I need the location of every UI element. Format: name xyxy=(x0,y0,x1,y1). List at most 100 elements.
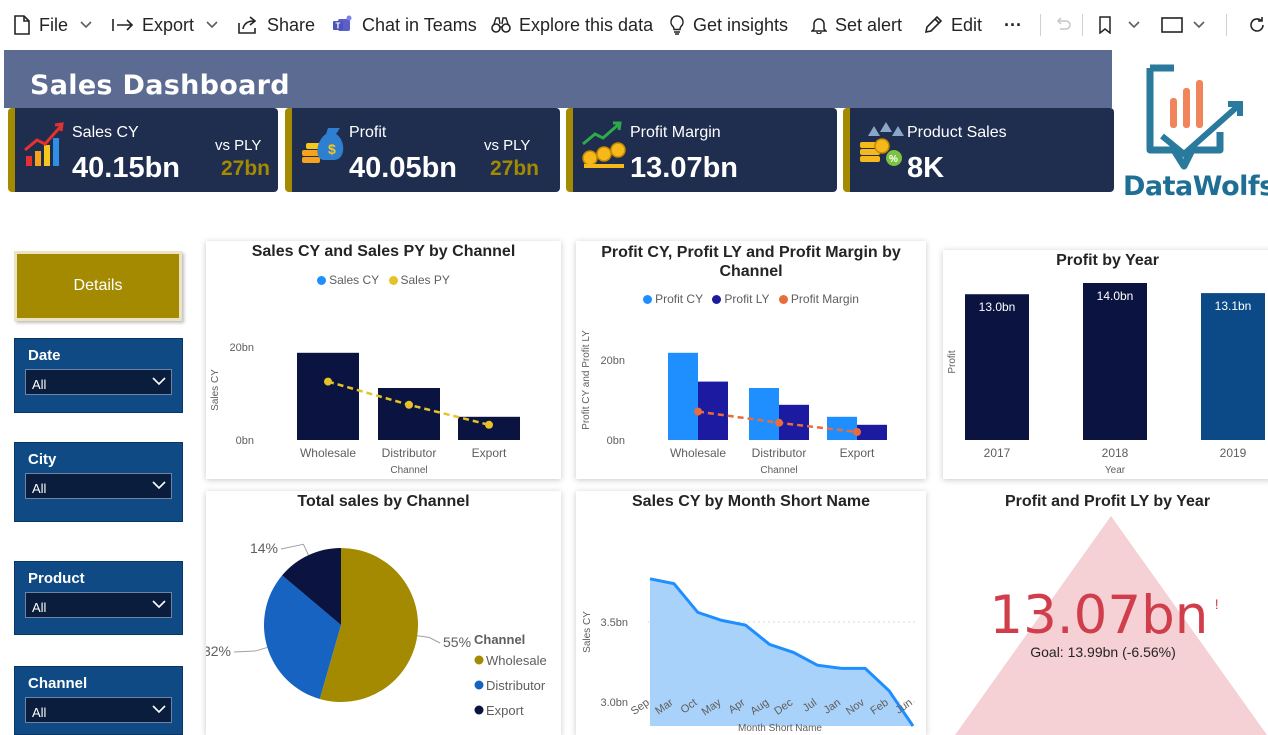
lightbulb-icon xyxy=(670,15,684,35)
slice-label: 55% xyxy=(443,634,471,650)
bar-profit xyxy=(1083,283,1147,440)
get-insights-label: Get insights xyxy=(693,14,789,35)
toolbar-divider xyxy=(1082,14,1083,36)
share-icon xyxy=(238,16,257,34)
x-axis-title: Year xyxy=(1105,465,1126,476)
legend-title: Channel xyxy=(474,632,525,647)
explore-data-button[interactable]: Explore this data xyxy=(491,0,653,50)
kpi-card-sales-cy: Sales CY 40.15bn vs PLY 27bn xyxy=(8,108,278,192)
y-tick-label: 20bn xyxy=(601,355,625,367)
file-icon xyxy=(14,15,30,35)
profit-kpi-visual[interactable]: Profit and Profit LY by Year 13.07bn ! G… xyxy=(943,491,1268,735)
product-dropdown[interactable]: All xyxy=(25,592,172,618)
leader-line xyxy=(233,646,268,653)
city-dropdown[interactable]: All xyxy=(25,473,172,499)
slicer-title: City xyxy=(28,451,57,468)
dropdown-value: All xyxy=(32,377,47,392)
bar-sales-cy xyxy=(378,388,440,440)
export-menu[interactable]: Export xyxy=(112,0,218,50)
y-axis-title: Profit xyxy=(947,350,958,374)
date-dropdown[interactable]: All xyxy=(25,369,172,395)
slice-label: 32% xyxy=(206,643,231,659)
legend-marker xyxy=(474,705,484,715)
report-toolbar: File Export Share T Chat in Teams Explor… xyxy=(0,0,1268,50)
get-insights-button[interactable]: Get insights xyxy=(669,0,788,50)
set-alert-button[interactable]: Set alert xyxy=(811,0,902,50)
dashboard-title: Sales Dashboard xyxy=(30,70,290,101)
kpi-prior-year-value: 27bn xyxy=(490,157,540,180)
file-menu[interactable]: File xyxy=(13,0,92,50)
bookmark-icon xyxy=(1099,16,1111,34)
y-tick-label: 3.0bn xyxy=(600,697,628,709)
undo-button[interactable] xyxy=(1054,0,1072,50)
point-sales-py xyxy=(485,420,493,429)
kpi-value: 40.05bn xyxy=(349,152,457,184)
channel-dropdown[interactable]: All xyxy=(25,697,172,723)
chevron-down-icon xyxy=(206,21,218,29)
point-sales-py xyxy=(405,400,413,409)
x-tick-label: Distributor xyxy=(752,446,807,460)
x-tick-label: Distributor xyxy=(382,446,437,460)
product-slicer: Product All xyxy=(14,561,183,635)
bookmark-menu[interactable] xyxy=(1098,0,1140,50)
kpi-card-profit: $ Profit 40.05bn vs PLY 27bn xyxy=(285,108,560,192)
x-tick-label: Wholesale xyxy=(670,446,726,460)
undo-icon xyxy=(1056,17,1071,30)
slice-label: 14% xyxy=(250,540,278,556)
bell-icon xyxy=(811,18,827,34)
city-slicer: City All xyxy=(14,442,183,522)
bar-profit xyxy=(1201,293,1265,440)
x-tick-label: Export xyxy=(472,446,507,460)
y-axis-title: Sales CY xyxy=(582,611,593,653)
sales-by-channel-chart[interactable]: Sales CY and Sales PY by Channel Sales C… xyxy=(206,241,561,479)
dropdown-value: All xyxy=(32,600,47,615)
chevron-down-icon xyxy=(1128,21,1140,29)
profit-by-channel-chart[interactable]: Profit CY, Profit LY and Profit Margin b… xyxy=(576,241,926,479)
legend-label: Export xyxy=(486,703,524,718)
bar-profit-cy xyxy=(749,388,779,440)
x-tick-label: Wholesale xyxy=(300,446,356,460)
chevron-down-icon xyxy=(152,705,166,714)
x-tick-label: 2019 xyxy=(1220,446,1247,460)
edit-button[interactable]: Edit xyxy=(923,0,982,50)
file-label: File xyxy=(39,14,69,35)
export-label: Export xyxy=(142,14,195,35)
x-tick-label: Sep xyxy=(629,697,652,718)
chat-in-teams-button[interactable]: T Chat in Teams xyxy=(332,0,477,50)
kpi-card-profit-margin: Profit Margin 13.07bn xyxy=(566,108,837,192)
bar-profit-cy xyxy=(668,352,698,440)
view-menu[interactable] xyxy=(1161,0,1205,50)
logo-text: DataWolfs xyxy=(1123,171,1268,202)
details-button[interactable]: Details xyxy=(14,251,182,321)
total-sales-pie-chart[interactable]: Total sales by Channel 55% 32% 14% Channel W… xyxy=(206,491,561,735)
report-canvas: Sales Dashboard Sales CY 40.15bn vs PLY … xyxy=(4,50,1268,735)
date-slicer: Date All xyxy=(14,338,183,413)
bar-profit xyxy=(965,294,1029,440)
more-options-button[interactable]: ··· xyxy=(1004,0,1022,50)
legend-marker xyxy=(474,655,484,665)
data-label: 13.0bn xyxy=(979,300,1016,314)
kpi-card-product-sales: % Product Sales 8K xyxy=(843,108,1114,192)
slicer-title: Product xyxy=(28,570,85,587)
set-alert-label: Set alert xyxy=(835,14,903,35)
kpi-value: 13.07bn xyxy=(630,152,738,184)
point-profit-margin xyxy=(853,428,861,436)
teams-icon: T xyxy=(333,15,352,31)
toolbar-divider xyxy=(1226,14,1227,36)
bar-profit-ly xyxy=(857,424,887,440)
refresh-button[interactable] xyxy=(1248,0,1266,50)
x-axis-title: Channel xyxy=(390,465,427,476)
share-label: Share xyxy=(267,14,316,35)
binoculars-icon xyxy=(491,17,511,33)
data-label: 13.1bn xyxy=(1215,299,1252,313)
sales-by-month-chart[interactable]: Sales CY by Month Short Name 3.5bn 3.0bn S… xyxy=(576,491,926,735)
x-tick-label: Export xyxy=(840,446,875,460)
y-axis-title: Profit CY and Profit LY xyxy=(581,330,592,430)
share-button[interactable]: Share xyxy=(237,0,315,50)
legend-label: Wholesale xyxy=(486,653,547,668)
kpi-label: Product Sales xyxy=(907,124,1007,141)
chevron-down-icon xyxy=(80,21,92,29)
kpi-prior-year-value: 27bn xyxy=(221,157,271,180)
chart-plot: Profit 13.0bn 2017 14.0bn 2018 13.1bn 2019 Year xyxy=(947,283,1265,476)
profit-by-year-chart[interactable]: Profit by Year Profit 13.0bn 2017 14.0bn 201… xyxy=(943,250,1268,479)
